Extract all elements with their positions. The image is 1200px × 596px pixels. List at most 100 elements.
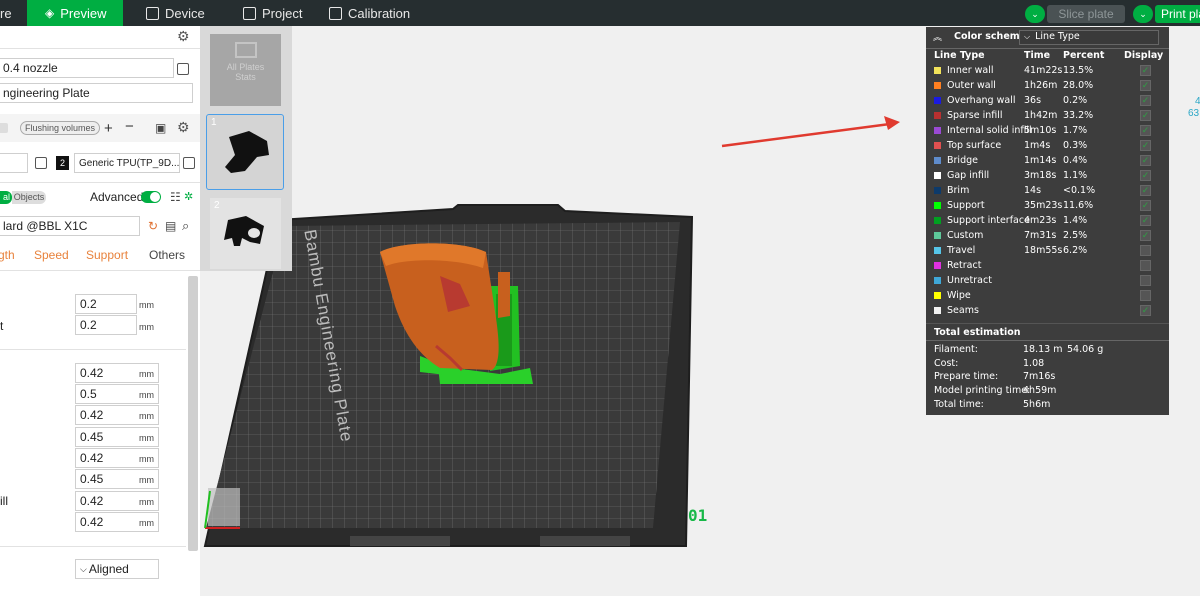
line-type-time: 4m23s: [1024, 215, 1057, 226]
tab-speed[interactable]: Speed: [34, 248, 69, 262]
process-preset-select[interactable]: lard @BBL X1C: [0, 216, 140, 236]
estimation-label: Prepare time:: [934, 371, 999, 382]
device-icon: [146, 6, 159, 20]
unit-label: mm: [139, 322, 154, 332]
line-width-value: 0.42: [80, 366, 104, 380]
line-type-percent: 6.2%: [1063, 245, 1088, 256]
tab-prepare-label: re: [0, 5, 12, 21]
plate-type-select[interactable]: ngineering Plate: [0, 83, 193, 103]
line-type-time: 5m10s: [1024, 125, 1057, 136]
process-tabs: gth Speed Support Others: [0, 248, 200, 268]
line-width-value: 0.45: [80, 430, 104, 444]
tab-device[interactable]: Device: [146, 0, 205, 26]
plate-2-thumbnail[interactable]: 2: [210, 198, 281, 269]
seam-position-value: Aligned: [88, 562, 129, 576]
display-checkbox[interactable]: ✓: [1140, 110, 1151, 121]
color-scheme-select[interactable]: ⌵ Line Type: [1019, 30, 1159, 45]
display-checkbox[interactable]: ✓: [1140, 125, 1151, 136]
display-checkbox[interactable]: [1140, 275, 1151, 286]
advanced-label: Advanced: [90, 190, 144, 204]
line-type-time: 41m22s: [1024, 65, 1063, 76]
bed-label-strip: [540, 536, 630, 546]
chevron-down-icon: ⌄: [1025, 5, 1045, 23]
first-layer-height-value: 0.2: [80, 318, 97, 332]
line-type-color-swatch: [934, 112, 941, 119]
slice-dropdown[interactable]: ⌄: [1025, 5, 1045, 23]
first-layer-height-field[interactable]: 0.2: [75, 315, 137, 335]
filament-slot-1[interactable]: [0, 153, 28, 173]
display-checkbox[interactable]: ✓: [1140, 185, 1151, 196]
tab-others[interactable]: Others: [149, 248, 185, 262]
layer-height-field[interactable]: 0.2: [75, 294, 137, 314]
all-plates-stats-button[interactable]: All Plates Stats: [210, 34, 281, 106]
plate-1-thumbnail[interactable]: 1: [206, 114, 284, 190]
line-width-value: 0.42: [80, 494, 104, 508]
preview-icon: ◈: [45, 6, 55, 20]
tab-support[interactable]: Support: [86, 248, 128, 262]
display-checkbox[interactable]: [1140, 290, 1151, 301]
minus-icon[interactable]: −: [125, 118, 134, 135]
seam-position-select[interactable]: ⌵ Aligned: [75, 559, 159, 579]
tab-preview[interactable]: ◈ Preview: [27, 0, 123, 26]
tab-calibration[interactable]: Calibration: [329, 0, 410, 26]
line-type-row: Brim 14s <0.1% ✓: [926, 184, 1169, 199]
line-type-row: Gap infill 3m18s 1.1% ✓: [926, 169, 1169, 184]
compare-icon[interactable]: ☷: [170, 190, 181, 204]
display-checkbox[interactable]: ✓: [1140, 200, 1151, 211]
gear-icon[interactable]: ⚙: [177, 119, 190, 136]
print-dropdown[interactable]: ⌄: [1133, 5, 1153, 23]
tab-strength[interactable]: gth: [0, 248, 15, 262]
nozzle-value: 0.4 nozzle: [3, 61, 58, 75]
gear-icon[interactable]: ⚙: [177, 28, 190, 45]
line-type-name: Custom: [947, 230, 984, 241]
refresh-icon[interactable]: ↻: [148, 219, 158, 233]
line-type-name: Seams: [947, 305, 979, 316]
flushing-volumes-button[interactable]: Flushing volumes: [20, 121, 101, 135]
display-checkbox[interactable]: [1140, 245, 1151, 256]
display-checkbox[interactable]: ✓: [1140, 80, 1151, 91]
tab-calibration-label: Calibration: [348, 5, 411, 21]
global-toggle[interactable]: al: [0, 191, 12, 204]
estimation-value: 18.13 m: [1023, 344, 1063, 355]
stats-label: Stats: [235, 72, 256, 82]
line-type-name: Overhang wall: [947, 95, 1016, 106]
settings-search-icon[interactable]: ✲: [184, 190, 193, 203]
edit-icon[interactable]: [183, 157, 195, 169]
filament-sync-icon[interactable]: ▣: [155, 121, 166, 135]
line-type-row: Custom 7m31s 2.5% ✓: [926, 229, 1169, 244]
display-checkbox[interactable]: ✓: [1140, 95, 1151, 106]
display-checkbox[interactable]: ✓: [1140, 170, 1151, 181]
display-checkbox[interactable]: ✓: [1140, 215, 1151, 226]
layer-height-value: 0.2: [80, 297, 97, 311]
tab-project[interactable]: Project: [243, 0, 302, 26]
filament-select[interactable]: Generic TPU(TP_9D...: [74, 153, 180, 173]
edit-icon[interactable]: [35, 157, 47, 169]
display-checkbox[interactable]: [1140, 260, 1151, 271]
tab-prepare[interactable]: re: [0, 0, 26, 26]
search-icon[interactable]: ⌕: [182, 218, 189, 234]
display-checkbox[interactable]: ✓: [1140, 155, 1151, 166]
plate-number-label: 01: [688, 506, 708, 525]
unit-label: mm: [139, 369, 154, 379]
plus-icon[interactable]: +: [104, 120, 113, 137]
display-checkbox[interactable]: ✓: [1140, 65, 1151, 76]
advanced-switch[interactable]: [141, 191, 161, 203]
process-preset-value: lard @BBL X1C: [3, 219, 88, 233]
chevron-down-icon: ⌄: [1133, 5, 1153, 23]
nozzle-select[interactable]: 0.4 nozzle: [0, 58, 174, 78]
line-type-color-swatch: [934, 292, 941, 299]
line-type-color-swatch: [934, 202, 941, 209]
slice-plate-button[interactable]: Slice plate: [1047, 5, 1125, 23]
display-checkbox[interactable]: ✓: [1140, 230, 1151, 241]
edit-icon[interactable]: [177, 63, 189, 75]
bed-label-strip: [350, 536, 450, 546]
display-checkbox[interactable]: ✓: [1140, 305, 1151, 316]
objects-toggle[interactable]: Objects: [12, 191, 46, 204]
display-checkbox[interactable]: ✓: [1140, 140, 1151, 151]
line-type-row: Internal solid infill 5m10s 1.7% ✓: [926, 124, 1169, 139]
save-icon[interactable]: ▤: [165, 219, 176, 233]
line-type-row: Outer wall 1h26m 28.0% ✓: [926, 79, 1169, 94]
collapse-icon[interactable]: ︽: [933, 30, 942, 43]
sidebar-scrollbar[interactable]: [188, 276, 198, 551]
print-plate-button[interactable]: Print pla: [1155, 5, 1200, 23]
